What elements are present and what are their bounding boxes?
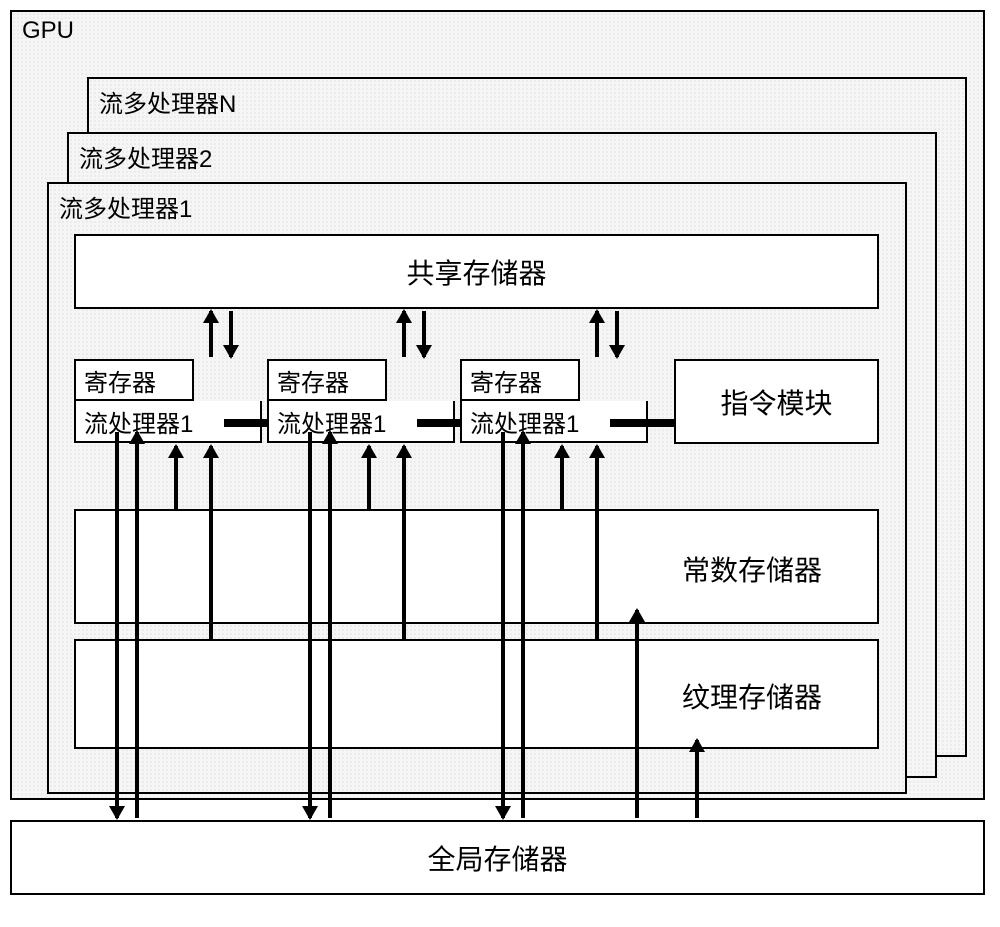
texture-memory-box: 纹理存储器 bbox=[74, 639, 879, 749]
register-3: 寄存器 bbox=[460, 359, 580, 401]
arrow-head bbox=[129, 430, 145, 444]
arrow-global-sp2-down bbox=[308, 432, 312, 818]
arrow-head bbox=[629, 608, 645, 622]
constant-memory-box: 常数存储器 bbox=[74, 509, 879, 624]
smp-1-box: 流多处理器1 共享存储器 寄存器 流处理器1 寄存器 流处理器1 寄存器 流处理… bbox=[47, 182, 907, 794]
arrow-global-sp1-down bbox=[115, 432, 119, 818]
arrow-head bbox=[589, 309, 605, 323]
smp-1-label: 流多处理器1 bbox=[59, 189, 192, 224]
arrow-head bbox=[223, 345, 239, 359]
arrow-global-const bbox=[635, 610, 639, 818]
texture-memory-label: 纹理存储器 bbox=[682, 676, 822, 716]
arrow-tex-sp2 bbox=[402, 446, 406, 639]
global-memory-label: 全局存储器 bbox=[427, 838, 567, 878]
arrow-head bbox=[609, 345, 625, 359]
connector-sp1-sp2 bbox=[224, 419, 269, 427]
arrow-global-sp2-up bbox=[328, 432, 332, 818]
arrow-head bbox=[554, 444, 570, 458]
gpu-container: GPU 流多处理器N 流多处理器2 流多处理器1 共享存储器 寄存器 流处理器1… bbox=[10, 10, 985, 800]
sp-group-1: 寄存器 流处理器1 bbox=[74, 359, 262, 443]
connector-sp2-sp3 bbox=[417, 419, 462, 427]
arrow-global-sp1-up bbox=[135, 432, 139, 818]
arrow-head bbox=[302, 806, 318, 820]
instruction-module-label: 指令模块 bbox=[720, 382, 832, 422]
arrow-head bbox=[203, 444, 219, 458]
arrow-head bbox=[589, 444, 605, 458]
arrow-head bbox=[689, 738, 705, 752]
constant-memory-label: 常数存储器 bbox=[682, 549, 822, 589]
arrow-head bbox=[396, 309, 412, 323]
shared-memory-box: 共享存储器 bbox=[74, 234, 879, 309]
register-2: 寄存器 bbox=[267, 359, 387, 401]
gpu-label: GPU bbox=[22, 17, 74, 45]
arrow-head bbox=[322, 430, 338, 444]
arrow-head bbox=[416, 345, 432, 359]
smp-2-label: 流多处理器2 bbox=[79, 139, 212, 174]
arrow-tex-sp3 bbox=[595, 446, 599, 639]
arrow-head bbox=[168, 444, 184, 458]
arrow-head bbox=[396, 444, 412, 458]
arrow-head bbox=[495, 806, 511, 820]
global-memory-box: 全局存储器 bbox=[10, 820, 985, 895]
arrow-head bbox=[203, 309, 219, 323]
arrow-tex-sp1 bbox=[209, 446, 213, 639]
shared-memory-label: 共享存储器 bbox=[406, 252, 546, 292]
arrow-head bbox=[515, 430, 531, 444]
instruction-module-box: 指令模块 bbox=[674, 359, 879, 444]
arrow-global-sp3-up bbox=[521, 432, 525, 818]
arrow-head bbox=[109, 806, 125, 820]
arrow-global-sp3-down bbox=[501, 432, 505, 818]
connector-sp3-instr bbox=[610, 419, 675, 427]
smp-n-label: 流多处理器N bbox=[99, 84, 236, 119]
arrow-head bbox=[361, 444, 377, 458]
register-1: 寄存器 bbox=[74, 359, 194, 401]
sp-group-3: 寄存器 流处理器1 bbox=[460, 359, 648, 443]
sp-group-2: 寄存器 流处理器1 bbox=[267, 359, 455, 443]
